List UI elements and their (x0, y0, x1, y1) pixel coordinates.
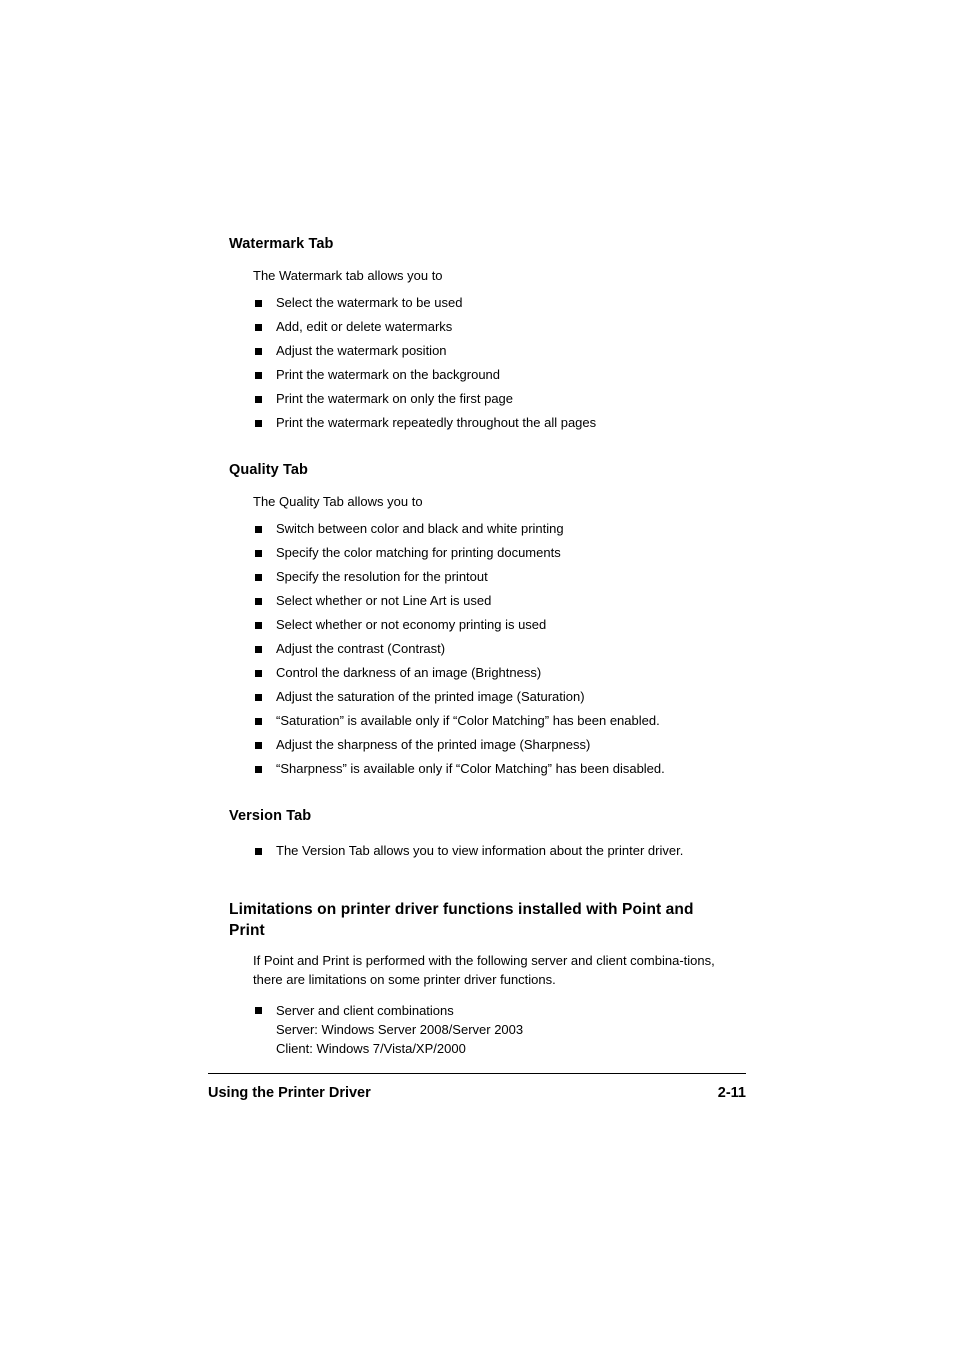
bullet-square-icon (255, 372, 262, 379)
list-item: The Version Tab allows you to view infor… (229, 839, 749, 863)
bullet-list-watermark-tab: Select the watermark to be used Add, edi… (229, 291, 749, 435)
list-item: Add, edit or delete watermarks (229, 315, 749, 339)
list-item: Adjust the watermark position (229, 339, 749, 363)
list-item-label: Adjust the sharpness of the printed imag… (276, 737, 591, 752)
list-item-label: Select the watermark to be used (276, 295, 463, 310)
bullet-list-limitations: Server and client combinations Server: W… (229, 999, 749, 1058)
bullet-square-icon (255, 574, 262, 581)
list-item-label: “Sharpness” is available only if “Color … (276, 761, 665, 776)
bullet-square-icon (255, 718, 262, 725)
list-item: Switch between color and black and white… (229, 517, 749, 541)
list-item-label: “Saturation” is available only if “Color… (276, 713, 660, 728)
bullet-square-icon (255, 420, 262, 427)
bullet-square-icon (255, 848, 262, 855)
list-item-label: Add, edit or delete watermarks (276, 319, 453, 334)
list-item: Specify the color matching for printing … (229, 541, 749, 565)
list-item: Select whether or not economy printing i… (229, 613, 749, 637)
list-item-label: Print the watermark on the background (276, 367, 501, 382)
list-item-label: Adjust the saturation of the printed ima… (276, 689, 585, 704)
list-item: Adjust the contrast (Contrast) (229, 637, 749, 661)
list-item: Server and client combinations Server: W… (229, 999, 749, 1058)
footer-page-number: 2-11 (717, 1085, 746, 1101)
list-item: Adjust the sharpness of the printed imag… (229, 733, 749, 757)
list-item: Select the watermark to be used (229, 291, 749, 315)
bullet-square-icon (255, 396, 262, 403)
list-item-label: Select whether or not economy printing i… (276, 617, 547, 632)
list-item-label: Adjust the contrast (Contrast) (276, 641, 446, 656)
list-item: Print the watermark repeatedly throughou… (229, 411, 749, 435)
list-item-label: Switch between color and black and white… (276, 521, 564, 536)
heading-quality-tab: Quality Tab (229, 462, 308, 478)
intro-watermark-tab: The Watermark tab allows you to (253, 268, 443, 283)
list-item-label: Adjust the watermark position (276, 343, 447, 358)
heading-version-tab: Version Tab (229, 808, 312, 824)
list-item-label: Server and client combinations (276, 1003, 454, 1018)
list-item-label: Print the watermark on only the first pa… (276, 391, 514, 406)
heading-watermark-tab: Watermark Tab (229, 236, 334, 252)
bullet-square-icon (255, 766, 262, 773)
bullet-square-icon (255, 622, 262, 629)
list-item-label: The Version Tab allows you to view infor… (276, 843, 684, 858)
list-item: Select whether or not Line Art is used (229, 589, 749, 613)
bullet-square-icon (255, 742, 262, 749)
client-combination-line: Client: Windows 7/Vista/XP/2000 (276, 1041, 466, 1056)
bullet-square-icon (255, 526, 262, 533)
document-page: Watermark Tab The Watermark tab allows y… (0, 0, 954, 1350)
list-item-label: Specify the color matching for printing … (276, 545, 561, 560)
list-item-label: Select whether or not Line Art is used (276, 593, 492, 608)
bullet-square-icon (255, 324, 262, 331)
footer-divider (208, 1073, 746, 1074)
bullet-square-icon (255, 646, 262, 653)
bullet-square-icon (255, 300, 262, 307)
bullet-square-icon (255, 598, 262, 605)
list-item-label: Control the darkness of an image (Bright… (276, 665, 542, 680)
list-item: Print the watermark on only the first pa… (229, 387, 749, 411)
bullet-square-icon (255, 670, 262, 677)
list-item-label: Specify the resolution for the printout (276, 569, 488, 584)
page-footer: Using the Printer Driver 2-11 (208, 1073, 746, 1101)
paragraph-limitations: If Point and Print is performed with the… (253, 953, 715, 987)
bullet-square-icon (255, 694, 262, 701)
list-item: “Saturation” is available only if “Color… (229, 709, 749, 733)
page-content: Watermark Tab The Watermark tab allows y… (229, 236, 749, 1058)
bullet-list-quality-tab: Switch between color and black and white… (229, 517, 749, 781)
list-item: Adjust the saturation of the printed ima… (229, 685, 749, 709)
list-item: Print the watermark on the background (229, 363, 749, 387)
bullet-list-version-tab: The Version Tab allows you to view infor… (229, 839, 749, 863)
intro-quality-tab: The Quality Tab allows you to (253, 494, 423, 509)
bullet-square-icon (255, 550, 262, 557)
footer-label: Using the Printer Driver (208, 1085, 371, 1101)
list-item: “Sharpness” is available only if “Color … (229, 757, 749, 781)
heading-limitations: Limitations on printer driver functions … (229, 901, 694, 939)
list-item: Specify the resolution for the printout (229, 565, 749, 589)
server-combination-line: Server: Windows Server 2008/Server 2003 (276, 1022, 524, 1037)
list-item: Control the darkness of an image (Bright… (229, 661, 749, 685)
bullet-square-icon (255, 1007, 262, 1014)
bullet-square-icon (255, 348, 262, 355)
list-item-label: Print the watermark repeatedly throughou… (276, 415, 597, 430)
